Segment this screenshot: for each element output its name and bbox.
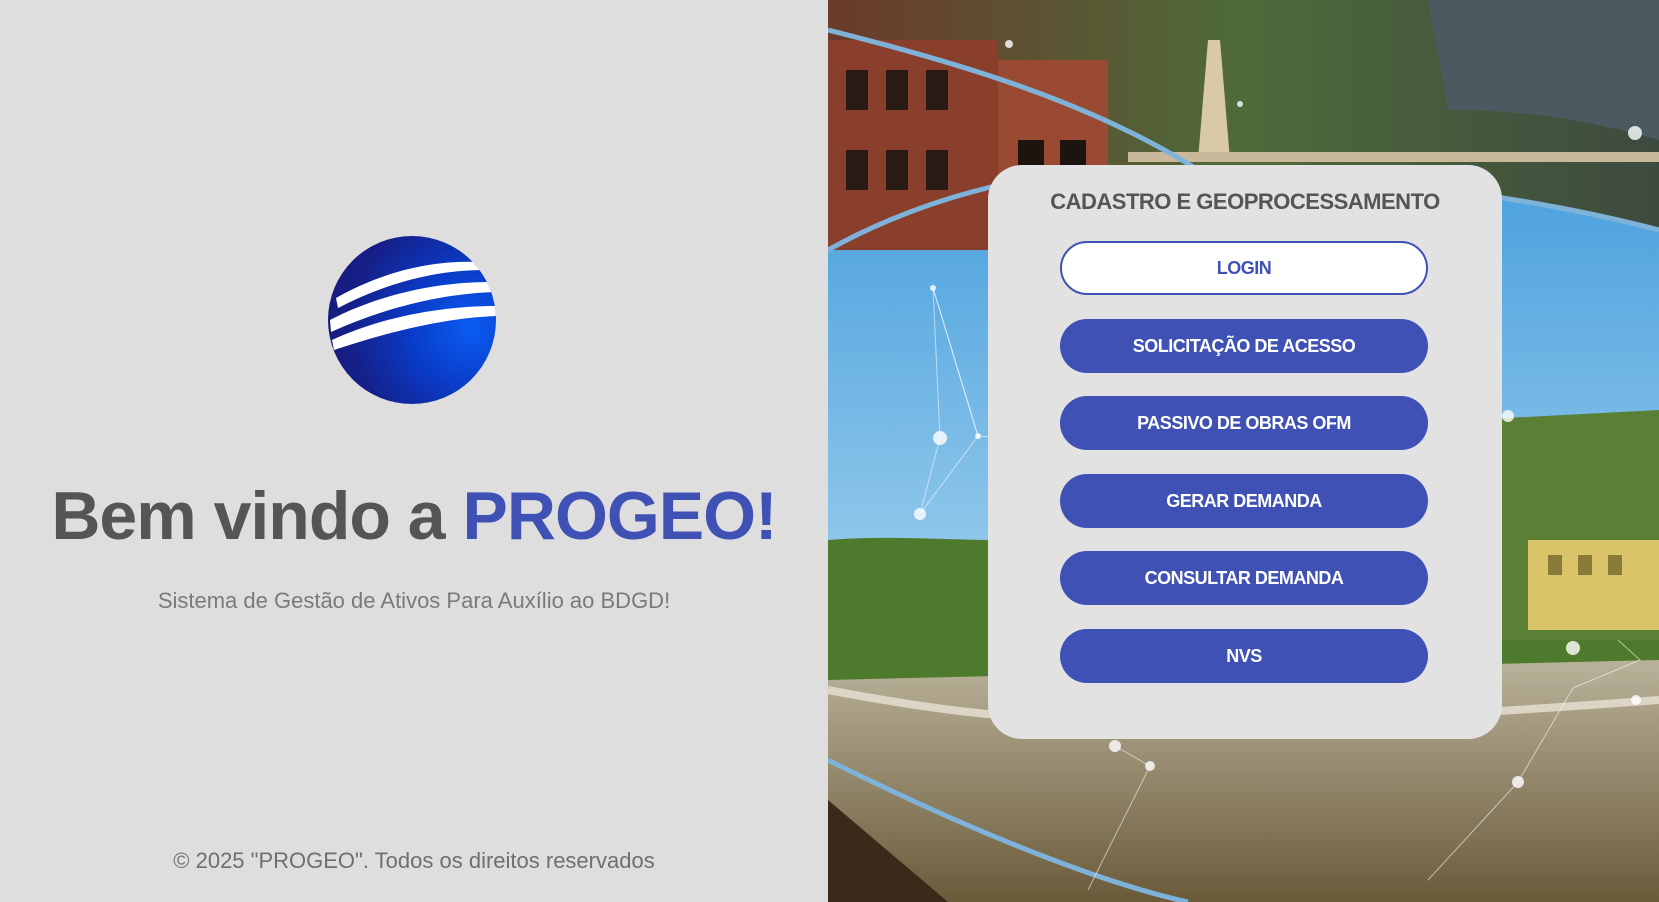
copyright-footer: © 2025 "PROGEO". Todos os direitos reser… [173,848,655,873]
login-button[interactable]: LOGIN [1060,241,1428,295]
access-card: CADASTRO E GEOPROCESSAMENTO LOGIN SOLICI… [988,165,1502,739]
welcome-subtitle: Sistema de Gestão de Ativos Para Auxílio… [157,588,671,613]
brand-name: PROGEO! [462,478,778,554]
welcome-panel: Bem vindo a PROGEO! Sistema de Gestão de… [0,0,828,902]
nvs-button[interactable]: NVS [1060,629,1428,683]
consult-demand-button[interactable]: CONSULTAR DEMANDA [1060,551,1428,605]
welcome-prefix: Bem vindo a [51,478,463,554]
generate-demand-button[interactable]: GERAR DEMANDA [1060,474,1428,528]
card-title: CADASTRO E GEOPROCESSAMENTO [1050,189,1440,214]
access-request-button[interactable]: SOLICITAÇÃO DE ACESSO [1060,319,1428,373]
progeo-logo-icon [328,236,496,404]
progeo-landing-page: Bem vindo a PROGEO! Sistema de Gestão de… [0,0,1659,902]
ofm-works-liability-button[interactable]: PASSIVO DE OBRAS OFM [1060,396,1428,450]
welcome-heading: Bem vindo a PROGEO! [0,476,828,556]
